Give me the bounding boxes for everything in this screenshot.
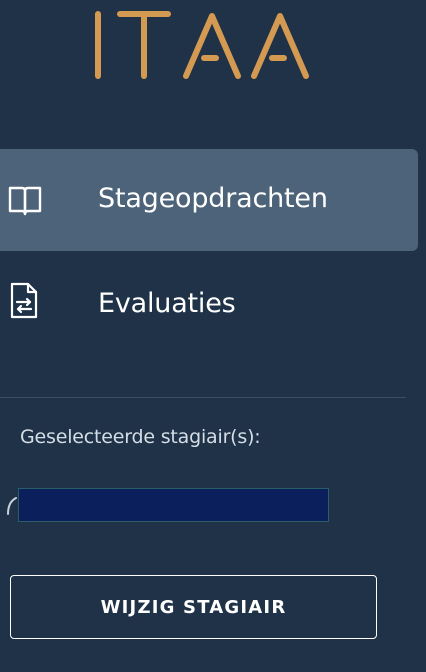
sidebar: Stageopdrachten Evaluaties Geselecteerde… [0,0,426,672]
nav-item-label: Evaluaties [98,288,236,319]
book-icon [8,183,42,217]
nav-item-evaluaties[interactable]: Evaluaties [0,252,418,354]
nav-item-label: Stageopdrachten [98,183,328,214]
change-trainee-button[interactable]: WIJZIG STAGIAIR [10,575,377,639]
selected-trainee-field[interactable] [18,488,329,522]
document-exchange-icon [8,282,42,319]
nav-item-stageopdrachten[interactable]: Stageopdrachten [0,149,418,251]
divider [0,397,406,398]
selected-trainees-label: Geselecteerde stagiair(s): [20,426,261,448]
itaa-logo [88,6,328,80]
change-trainee-button-label: WIJZIG STAGIAIR [100,596,287,618]
